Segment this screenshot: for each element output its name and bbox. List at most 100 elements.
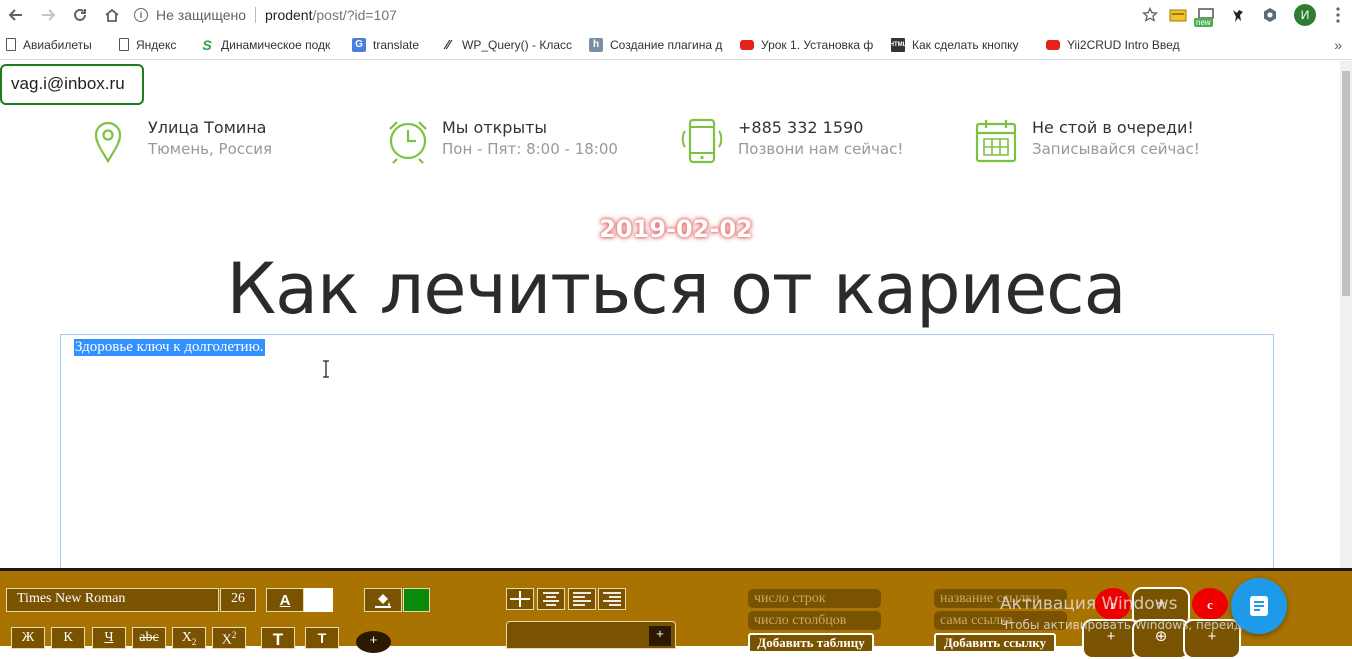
subscript-x: X	[181, 630, 192, 645]
insert-image-button[interactable]: +	[649, 626, 671, 646]
kebab-menu-icon	[1336, 7, 1340, 23]
menu-button[interactable]	[1324, 0, 1352, 30]
quill-icon: ⁄⁄	[445, 37, 451, 52]
bookmark-item[interactable]: h Создание плагина д	[589, 37, 727, 52]
info-title: +885 332 1590	[738, 118, 864, 137]
bookmark-label: Яндекс	[136, 37, 177, 52]
info-title: Мы открыты	[442, 118, 548, 137]
forward-button[interactable]	[32, 0, 64, 30]
youtube-icon	[740, 39, 754, 50]
home-icon	[105, 8, 119, 22]
omnibox[interactable]: i Не защищено prodent/post/?id=107	[134, 2, 397, 28]
extension-new-button[interactable]: new	[1190, 0, 1222, 30]
text-color-swatch[interactable]	[304, 588, 333, 612]
google-translate-icon: G	[352, 37, 366, 52]
extension-eye-button[interactable]	[1254, 0, 1286, 30]
align-justify-button[interactable]	[506, 588, 534, 610]
extension-figure-button[interactable]	[1222, 0, 1254, 30]
font-size-input[interactable]: 26	[220, 588, 256, 612]
info-title: Не стой в очереди!	[1032, 118, 1194, 137]
html-icon: HTML	[891, 37, 906, 52]
phone-icon	[681, 118, 723, 164]
calendar-icon	[975, 120, 1017, 163]
url-host: prodent	[265, 7, 313, 23]
paint-bucket-icon	[375, 594, 391, 608]
chat-button[interactable]	[1231, 578, 1287, 634]
bookmarks-bar: Авиабилеты Яндекс S Динамическое подк Gtr…	[0, 30, 1352, 60]
info-icon[interactable]: i	[134, 8, 148, 22]
bookmark-item[interactable]: ⁄⁄ WP_Query() - Класс	[441, 38, 576, 52]
info-address: Улица Томина Тюмень, Россия	[90, 117, 272, 165]
info-subtitle: Позвони нам сейчас!	[738, 140, 904, 158]
arrow-left-icon	[8, 9, 22, 21]
superscript-mark: 2	[231, 630, 237, 640]
bookmark-item[interactable]: Яндекс	[119, 38, 187, 52]
s-logo-icon: S	[202, 37, 212, 52]
align-right-icon	[603, 592, 621, 606]
align-left-button[interactable]	[568, 588, 596, 610]
bookmark-label: Динамическое подк	[221, 37, 331, 52]
alarm-clock-icon	[389, 121, 427, 164]
bookmark-item[interactable]: Yii2CRUD Intro Введ	[1046, 38, 1186, 52]
bookmark-label: WP_Query() - Класс	[462, 37, 573, 52]
omnibox-divider	[255, 7, 256, 23]
bookmark-label: translate	[373, 37, 420, 52]
security-label: Не защищено	[156, 7, 246, 23]
habr-icon: h	[589, 37, 603, 52]
align-right-button[interactable]	[598, 588, 626, 610]
browser-address-bar: i Не защищено prodent/post/?id=107 new И	[0, 0, 1352, 30]
info-subtitle: Пон - Пят: 8:00 - 18:00	[442, 140, 618, 158]
fill-color-button[interactable]	[364, 588, 402, 612]
info-subtitle: Записывайся сейчас!	[1032, 140, 1200, 158]
content-editor[interactable]: Здоровье ключ к долголетию.	[60, 334, 1274, 574]
bookmark-label: Авиабилеты	[23, 37, 92, 52]
bookmark-star-button[interactable]	[1134, 0, 1166, 30]
info-subtitle: Тюмень, Россия	[148, 140, 273, 158]
post-title: Как лечиться от кариеса	[226, 248, 1126, 330]
bookmark-label: Yii2CRUD Intro Введ	[1067, 37, 1180, 52]
bookmark-label: Создание плагина д	[610, 37, 723, 52]
extension-folder-button[interactable]	[1166, 0, 1190, 30]
more-bookmarks-icon[interactable]: »	[1334, 37, 1342, 53]
user-email-box[interactable]: vag.i@inbox.ru	[0, 64, 144, 105]
arrow-right-icon	[42, 9, 56, 21]
profile-button[interactable]: И	[1286, 0, 1324, 30]
selected-text: Здоровье ключ к долголетию.	[74, 339, 265, 356]
bookmark-item[interactable]: HTML Как сделать кнопку	[891, 37, 1033, 52]
post-date: 2019-02-02	[599, 215, 753, 243]
cross-align-icon	[510, 591, 530, 607]
map-pin-icon	[94, 121, 122, 164]
add-block-button[interactable]: +	[356, 631, 391, 653]
avatar: И	[1294, 4, 1316, 26]
info-appointment: Не стой в очереди! Записывайся сейчас!	[974, 117, 1200, 165]
bookmark-label: Как сделать кнопку	[912, 37, 1019, 52]
text-color-letter: A	[279, 591, 291, 609]
youtube-icon	[1046, 39, 1060, 50]
align-center-button[interactable]	[537, 588, 565, 610]
bookmark-item[interactable]: Gtranslate	[352, 37, 428, 52]
reload-button[interactable]	[64, 0, 96, 30]
add-table-button[interactable]: Добавить таблицу	[748, 633, 874, 653]
home-button[interactable]	[96, 0, 128, 30]
bookmark-item[interactable]: Авиабилеты	[6, 38, 106, 52]
table-cols-input[interactable]: число столбцов	[748, 611, 881, 630]
browser-actions: new И	[1134, 0, 1352, 30]
font-family-select[interactable]: Times New Roman	[6, 588, 219, 612]
back-button[interactable]	[0, 0, 32, 30]
figure-extension-icon	[1233, 10, 1243, 22]
reload-icon	[74, 8, 86, 21]
text-color-button[interactable]: A	[266, 588, 304, 612]
text-cursor-icon	[323, 360, 329, 378]
document-icon	[1250, 596, 1268, 616]
bookmark-item[interactable]: Урок 1. Установка ф	[740, 38, 878, 52]
star-icon	[1142, 7, 1158, 22]
align-center-icon	[543, 592, 559, 606]
bookmark-label: Урок 1. Установка ф	[761, 37, 874, 52]
superscript-x: X	[221, 632, 232, 648]
subscript-mark: 2	[191, 636, 197, 647]
url-path: /post/?id=107	[312, 7, 397, 23]
bookmark-item[interactable]: S Динамическое подк	[200, 38, 339, 52]
add-link-button[interactable]: Добавить ссылку	[934, 633, 1056, 653]
fill-color-swatch[interactable]	[403, 588, 430, 612]
table-rows-input[interactable]: число строк	[748, 589, 881, 608]
